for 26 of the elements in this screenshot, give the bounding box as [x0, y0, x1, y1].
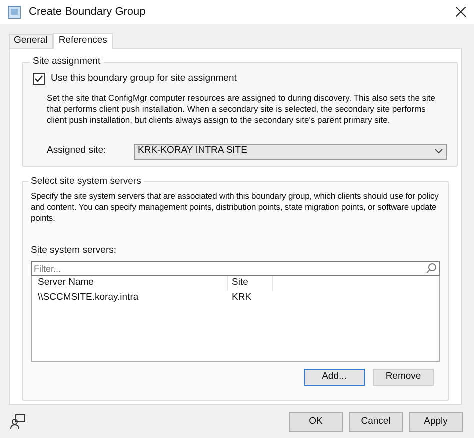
column-header[interactable]: Site [228, 276, 273, 291]
window-title: Create Boundary Group [29, 4, 147, 20]
close-icon[interactable] [456, 7, 466, 17]
assigned-site-label: Assigned site: [47, 144, 108, 158]
dialog-button[interactable]: Apply [409, 412, 463, 432]
list-label: Site system servers: [31, 244, 118, 258]
chevron-down-icon [435, 149, 443, 154]
checkbox[interactable] [33, 73, 45, 86]
site-system-servers-description: Specify the site system servers that are associated with this boundary group, which clients should use for policy and content. You can specify management points, distribution points, state migration points, or software update points. [31, 190, 440, 224]
assigned-site-dropdown[interactable]: KRK-KORAY INTRA SITE [134, 144, 447, 160]
tab[interactable]: References [52, 33, 114, 49]
group-legend: Site assignment [30, 55, 104, 70]
list-action-button[interactable]: Add... [304, 369, 365, 386]
filter-field[interactable]: Filter... [31, 261, 440, 276]
table-cell-text: KRK [231, 291, 253, 306]
checkbox-label: Use this boundary group for site assignment [51, 72, 237, 86]
tab[interactable]: General [9, 34, 53, 48]
dialog-button[interactable]: OK [289, 412, 343, 432]
user-screen-icon[interactable] [10, 414, 26, 430]
site-assignment-description: Set the site that ConfigMgr computer resources are assigned to during discovery. This also sets the site that performs client push installation. When a secondary site is selected, the secondary site performs client push installation, but clients always assign to the secondary site's parent primary site. [47, 92, 437, 126]
window-app-icon [8, 6, 21, 18]
group-legend: Select site system servers [28, 174, 144, 189]
table-cell-text: \\SCCMSITE.koray.intra [37, 291, 140, 306]
dialog-button[interactable]: Cancel [349, 412, 403, 432]
search-icon [426, 263, 437, 274]
column-header[interactable]: Server Name [32, 276, 228, 291]
